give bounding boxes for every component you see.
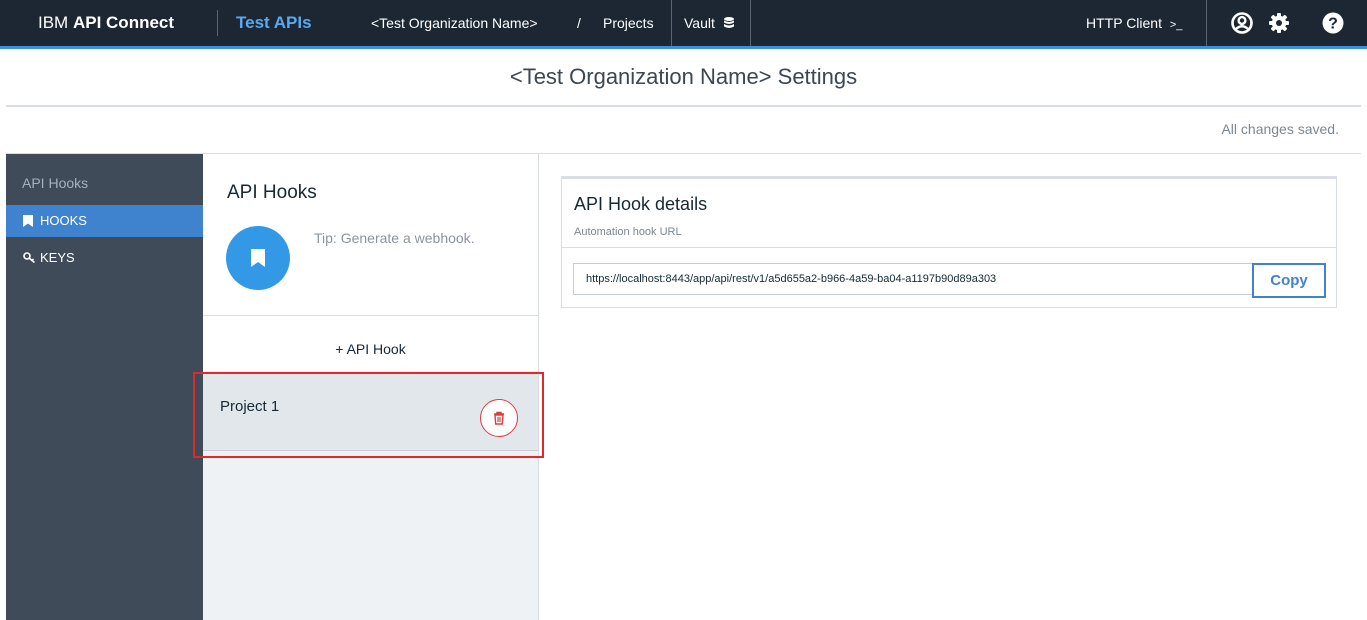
sidebar-item-label: HOOKS <box>40 213 87 228</box>
bookmark-icon <box>23 215 33 227</box>
page-title: <Test Organization Name> Settings <box>509 64 858 89</box>
brand-divider <box>217 10 218 36</box>
breadcrumb-projects[interactable]: Projects <box>603 15 654 31</box>
webhook-illustration <box>226 226 290 290</box>
add-hook-row: + API Hook <box>203 316 538 371</box>
svg-text:?: ? <box>1328 16 1338 33</box>
user-icon[interactable] <box>1231 12 1253 34</box>
details-subtitle: Automation hook URL <box>574 226 682 238</box>
app-name-link[interactable]: Test APIs <box>236 13 312 33</box>
add-api-hook-button[interactable]: + API Hook <box>203 316 538 371</box>
terminal-prompt-icon: >_ <box>1169 19 1183 31</box>
save-status-text: All changes saved. <box>1221 121 1339 137</box>
database-icon <box>723 16 734 32</box>
top-navigation-bar: IBM API Connect Test APIs <Test Organiza… <box>0 0 1367 49</box>
copy-button[interactable]: Copy <box>1252 263 1326 298</box>
key-icon <box>23 252 36 263</box>
details-title: API Hook details <box>574 194 708 214</box>
selection-highlight-box <box>193 372 544 458</box>
settings-sidebar: API Hooks HOOKS KEYS <box>6 154 203 620</box>
http-client-label: HTTP Client <box>1086 15 1162 31</box>
vault-link[interactable]: Vault <box>684 15 734 32</box>
api-hooks-header-card: API Hooks Tip: Generate a webhook. <box>203 154 538 316</box>
sidebar-item-hooks[interactable]: HOOKS <box>6 205 203 237</box>
vault-label: Vault <box>684 15 715 31</box>
brand-prefix: IBM <box>38 13 69 32</box>
title-divider <box>6 105 1361 107</box>
sidebar-item-keys[interactable]: KEYS <box>6 242 203 274</box>
breadcrumb-divider <box>671 0 672 46</box>
bookmark-icon <box>251 249 265 267</box>
automation-hook-url-field[interactable]: https://localhost:8443/app/api/rest/v1/a… <box>573 263 1253 295</box>
brand-logo[interactable]: IBM API Connect <box>38 13 174 33</box>
http-client-button[interactable]: HTTP Client >_ <box>1086 15 1182 31</box>
settings-gear-icon[interactable] <box>1268 12 1290 34</box>
help-icon[interactable]: ? <box>1322 12 1344 34</box>
sidebar-item-label: KEYS <box>40 250 75 265</box>
tools-divider <box>1206 0 1207 46</box>
webhook-tip: Tip: Generate a webhook. <box>314 230 475 246</box>
brand-product: API Connect <box>72 13 175 32</box>
api-hook-details-card: API Hook details Automation hook URL htt… <box>561 176 1337 308</box>
details-divider <box>562 247 1336 248</box>
api-hooks-title: API Hooks <box>227 182 317 203</box>
breadcrumb-separator: / <box>577 15 581 31</box>
vault-divider <box>750 0 751 46</box>
sidebar-heading: API Hooks <box>22 175 89 191</box>
breadcrumb-organization[interactable]: <Test Organization Name> <box>371 15 538 31</box>
